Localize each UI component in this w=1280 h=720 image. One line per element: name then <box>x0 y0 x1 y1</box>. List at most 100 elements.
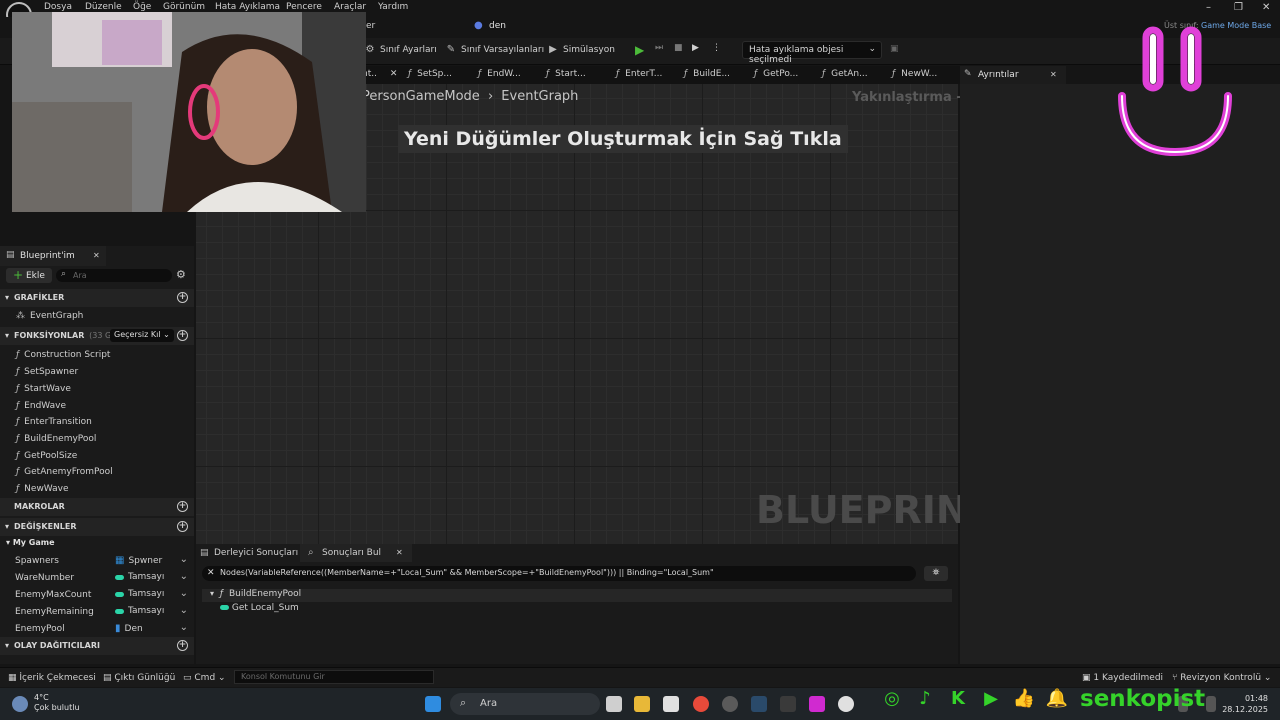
store-icon[interactable] <box>663 696 679 712</box>
tab-get-pool-size[interactable]: ƒ GetPo... <box>754 69 798 79</box>
breadcrumb-parent[interactable]: PersonGameMode <box>362 89 480 104</box>
menu-debug[interactable]: Hata Ayıklama <box>215 2 280 12</box>
variable-row[interactable]: EnemyPool ▮ Den ⌄ <box>0 620 194 637</box>
eject-icon[interactable]: ▶ <box>692 43 699 53</box>
variable-row[interactable]: WareNumber Tamsayı ⌄ <box>0 569 194 586</box>
tab-compiler-results[interactable]: Derleyici Sonuçları <box>214 548 298 558</box>
chevron-down-icon[interactable]: ⌄ <box>180 588 188 599</box>
more-options-icon[interactable]: ⋮ <box>712 43 721 53</box>
list-item-function[interactable]: ƒ GetAnemyFromPool <box>0 464 194 481</box>
chevron-down-icon[interactable]: ⌄ <box>180 554 188 565</box>
close-icon[interactable]: ✕ <box>390 69 398 79</box>
debug-object-dropdown[interactable]: Hata ayıklama objesi seçilmedi ⌄ <box>742 41 882 65</box>
clock[interactable]: 01:48 28.12.2025 <box>1222 693 1268 715</box>
class-settings-button[interactable]: ⚙ Sınıf Ayarları <box>364 44 437 56</box>
close-icon[interactable]: ✕ <box>396 548 403 557</box>
section-event-dispatchers[interactable]: ▾ OLAY DAĞITICILARI + <box>0 637 194 655</box>
add-function-icon[interactable]: + <box>177 330 188 341</box>
tab-build-enemy-pool[interactable]: ƒ BuildE... <box>684 69 730 79</box>
variable-row[interactable]: EnemyMaxCount Tamsayı ⌄ <box>0 586 194 603</box>
add-variable-icon[interactable]: + <box>177 521 188 532</box>
gear-icon[interactable]: ⚙ <box>176 268 186 281</box>
stop-icon[interactable]: ■ <box>674 43 683 53</box>
revision-control-button[interactable]: ⑂ Revizyon Kontrolü ⌄ <box>1172 673 1271 683</box>
tab-set-spawner[interactable]: ƒ SetSp... <box>408 69 452 79</box>
tab-event-graph[interactable]: nt.. ✕ <box>362 69 397 79</box>
variable-type[interactable]: Tamsayı <box>115 606 164 616</box>
menu-file[interactable]: Dosya <box>44 2 72 12</box>
menu-help[interactable]: Yardım <box>378 2 408 12</box>
list-item-function[interactable]: ƒ NewWave <box>0 481 194 498</box>
close-icon[interactable]: ✕ <box>1050 70 1057 79</box>
variable-row[interactable]: Spawners ▦ Spwner ⌄ <box>0 552 194 569</box>
override-dropdown[interactable]: Geçersiz Kıl ⌄ <box>110 329 174 342</box>
list-item-function[interactable]: ƒ GetPoolSize <box>0 448 194 465</box>
close-window-icon[interactable]: ✕ <box>1262 2 1270 13</box>
file-explorer-icon[interactable] <box>634 696 650 712</box>
step-icon[interactable]: ⏭ <box>655 43 663 53</box>
add-graph-icon[interactable]: + <box>177 292 188 303</box>
start-icon[interactable] <box>425 696 441 712</box>
menu-edit[interactable]: Düzenle <box>85 2 122 12</box>
menu-tools[interactable]: Araçlar <box>334 2 366 12</box>
console-input[interactable]: Konsol Komutunu Gir <box>234 670 434 684</box>
tab-find-results[interactable]: ⌕ Sonuçları Bul ✕ <box>300 544 412 562</box>
simulation-button[interactable]: ▶ Simülasyon <box>547 44 615 56</box>
menu-window[interactable]: Pencere <box>286 2 322 12</box>
chrome-icon[interactable] <box>693 696 709 712</box>
unreal-engine-icon[interactable] <box>838 696 854 712</box>
play-icon[interactable]: ▶ <box>635 43 644 57</box>
binoculars-icon[interactable]: ⛯ <box>924 566 948 581</box>
unsaved-indicator[interactable]: ▣ 1 Kaydedilmedi <box>1082 673 1163 683</box>
content-drawer-button[interactable]: ▦ İçerik Çekmecesi <box>8 673 96 683</box>
tab-my-blueprint[interactable]: ▤ Blueprint'im ✕ <box>0 246 106 266</box>
weather-widget[interactable]: 4°C Çok bulutlu <box>34 693 80 713</box>
tab-new-wave[interactable]: ƒ NewW... <box>892 69 937 79</box>
output-log-button[interactable]: ▤ Çıktı Günlüğü <box>103 673 175 683</box>
add-dispatcher-icon[interactable]: + <box>177 640 188 651</box>
asset-tab-partial[interactable]: er <box>366 21 375 31</box>
close-icon[interactable]: ✕ <box>93 251 100 260</box>
section-variables[interactable]: ▾ DEĞİŞKENLER + <box>0 518 194 536</box>
task-view-icon[interactable] <box>606 696 622 712</box>
result-node-row[interactable]: Get Local_Sum <box>220 603 299 613</box>
add-macro-icon[interactable]: + <box>177 501 188 512</box>
epic-games-icon[interactable] <box>780 696 796 712</box>
taskbar-search[interactable]: ⌕ Ara <box>450 693 600 715</box>
maximize-icon[interactable]: ❐ <box>1234 2 1243 13</box>
variable-row[interactable]: EnemyRemaining Tamsayı ⌄ <box>0 603 194 620</box>
tab-get-anemy-from-pool[interactable]: ƒ GetAn... <box>822 69 868 79</box>
section-macros[interactable]: MAKROLAR + <box>0 498 194 516</box>
obs-icon[interactable] <box>722 696 738 712</box>
variable-type[interactable]: ▦ Spwner <box>115 555 162 566</box>
menu-view[interactable]: Görünüm <box>163 2 205 12</box>
steam-icon[interactable] <box>751 696 767 712</box>
chevron-down-icon[interactable]: ⌄ <box>180 571 188 582</box>
list-item-function[interactable]: ƒ EnterTransition <box>0 414 194 431</box>
browse-icon[interactable]: ▣ <box>890 44 899 54</box>
list-item-function[interactable]: ƒ BuildEnemyPool <box>0 431 194 448</box>
variable-category[interactable]: ▾ My Game <box>0 538 194 550</box>
list-item-event-graph[interactable]: ⁂ EventGraph <box>0 308 194 325</box>
chevron-down-icon[interactable]: ⌄ <box>180 605 188 616</box>
volume-icon[interactable] <box>1206 696 1216 712</box>
clear-icon[interactable]: ✕ <box>207 568 215 578</box>
variable-type[interactable]: Tamsayı <box>115 572 164 582</box>
list-item-function[interactable]: ƒ Construction Script <box>0 347 194 364</box>
section-graphs[interactable]: ▾ GRAFİKLER + <box>0 289 194 307</box>
variable-type[interactable]: Tamsayı <box>115 589 164 599</box>
menu-asset[interactable]: Öğe <box>133 2 151 12</box>
weather-icon[interactable] <box>12 696 28 712</box>
tab-start-wave[interactable]: ƒ Start... <box>546 69 586 79</box>
chevron-down-icon[interactable]: ⌄ <box>180 622 188 633</box>
tab-end-wave[interactable]: ƒ EndW... <box>478 69 521 79</box>
cmd-dropdown[interactable]: ▭ Cmd ⌄ <box>183 673 226 683</box>
list-item-function[interactable]: ƒ StartWave <box>0 381 194 398</box>
minimize-icon[interactable]: – <box>1206 2 1211 13</box>
app-icon[interactable] <box>809 696 825 712</box>
class-defaults-button[interactable]: ✎ Sınıf Varsayılanları <box>445 44 544 56</box>
result-function-row[interactable]: ▾ ƒ BuildEnemyPool <box>202 589 952 602</box>
blueprint-search-input[interactable]: ⌕ Ara <box>56 269 172 282</box>
find-query-input[interactable]: Nodes(VariableReference((MemberName=+"Lo… <box>202 566 916 581</box>
section-functions[interactable]: ▾ FONKSİYONLAR (33 GEÇERSİZ Geçersiz Kıl… <box>0 327 194 345</box>
